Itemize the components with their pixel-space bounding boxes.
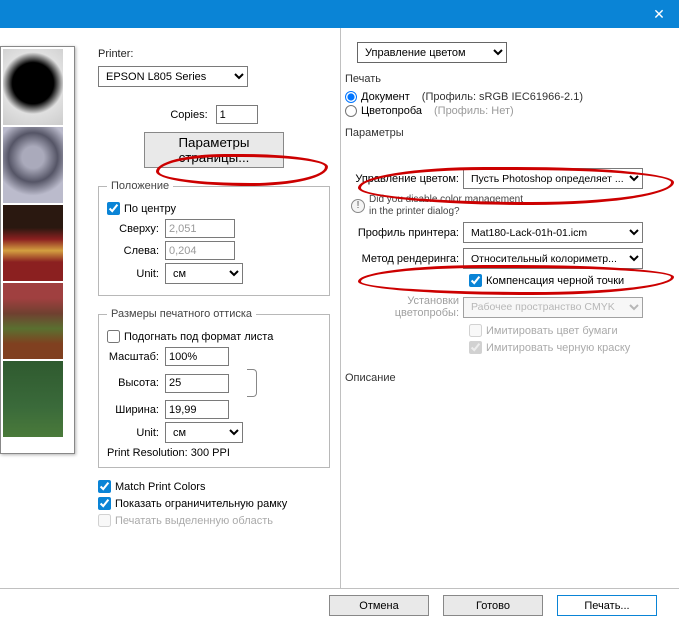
print-button[interactable]: Печать... — [557, 595, 657, 616]
description-heading: Описание — [345, 372, 663, 384]
height-label: Высота: — [107, 377, 159, 389]
fit-media-checkbox[interactable]: Подогнать под формат листа — [107, 330, 321, 343]
warning-text: Did you disable color management in the … — [369, 194, 523, 217]
match-colors-checkbox[interactable]: Match Print Colors — [98, 480, 330, 493]
sim-paper-checkbox-input — [469, 324, 482, 337]
printer-select[interactable]: EPSON L805 Series — [98, 66, 248, 87]
width-label: Ширина: — [107, 404, 159, 416]
preview-thumb — [3, 49, 63, 125]
document-radio[interactable] — [345, 91, 357, 103]
bounding-box-checkbox[interactable]: Показать ограничительную рамку — [98, 497, 330, 510]
print-size-legend: Размеры печатного оттиска — [107, 308, 256, 320]
sim-black-checkbox-input — [469, 341, 482, 354]
position-unit-label: Unit: — [107, 268, 159, 280]
preview-thumb — [3, 205, 63, 281]
page-setup-button[interactable]: Параметры страницы... — [144, 132, 284, 168]
done-button[interactable]: Готово — [443, 595, 543, 616]
cancel-button[interactable]: Отмена — [329, 595, 429, 616]
params-section-heading: Параметры — [345, 127, 663, 139]
height-input[interactable] — [165, 374, 229, 393]
print-section-heading: Печать — [345, 73, 663, 85]
preview-thumb — [3, 127, 63, 203]
left-panel: Printer: EPSON L805 Series Copies: Парам… — [80, 28, 340, 588]
warning-icon: ! — [351, 199, 365, 213]
size-unit-label: Unit: — [107, 427, 159, 439]
size-unit-select[interactable]: см — [165, 422, 243, 443]
preview-thumb — [3, 283, 63, 359]
document-profile-text: (Профиль: sRGB IEC61966-2.1) — [422, 91, 583, 103]
proof-radio[interactable] — [345, 105, 357, 117]
proof-profile-text: (Профиль: Нет) — [434, 105, 514, 117]
center-checkbox[interactable]: По центру — [107, 202, 321, 215]
right-panel: Управление цветом Печать Документ (Профи… — [340, 28, 675, 588]
print-resolution-label: Print Resolution: 300 PPI — [107, 447, 321, 459]
print-size-group: Размеры печатного оттиска Подогнать под … — [98, 308, 330, 468]
proof-setup-label: Установки цветопробы: — [345, 295, 463, 319]
match-colors-checkbox-input[interactable] — [98, 480, 111, 493]
position-legend: Положение — [107, 180, 173, 192]
sim-black-checkbox: Имитировать черную краску — [469, 341, 663, 354]
printer-profile-select[interactable]: Mat180-Lack-01h-01.icm — [463, 222, 643, 243]
copies-label: Copies: — [170, 109, 207, 121]
left-offset-label: Слева: — [107, 245, 159, 257]
top-input — [165, 219, 235, 238]
printer-label: Printer: — [98, 48, 330, 60]
close-icon: ✕ — [653, 6, 665, 23]
black-point-checkbox-input[interactable] — [469, 274, 482, 287]
proof-setup-select: Рабочее пространство CMYK — [463, 297, 643, 318]
scale-label: Масштаб: — [107, 351, 159, 363]
dialog-body: Printer: EPSON L805 Series Copies: Парам… — [0, 28, 679, 588]
color-handling-label: Управление цветом: — [345, 173, 463, 185]
render-intent-label: Метод рендеринга: — [345, 253, 463, 265]
scale-input[interactable] — [165, 347, 229, 366]
fit-media-checkbox-input[interactable] — [107, 330, 120, 343]
print-selection-checkbox: Печатать выделенную область — [98, 514, 330, 527]
color-handling-select[interactable]: Пусть Photoshop определяет ... — [463, 168, 643, 189]
position-unit-select[interactable]: см — [165, 263, 243, 284]
button-bar: Отмена Готово Печать... — [0, 588, 679, 622]
width-input[interactable] — [165, 400, 229, 419]
section-select[interactable]: Управление цветом — [357, 42, 507, 63]
print-selection-checkbox-input — [98, 514, 111, 527]
print-preview — [0, 46, 75, 454]
black-point-checkbox[interactable]: Компенсация черной точки — [469, 274, 663, 287]
copies-input[interactable] — [216, 105, 258, 124]
close-button[interactable]: ✕ — [639, 0, 679, 28]
position-group: Положение По центру Сверху: Слева: Unit:… — [98, 180, 330, 296]
title-bar: ✕ — [0, 0, 679, 28]
document-radio-label: Документ — [361, 91, 410, 103]
link-dimensions-icon[interactable] — [247, 369, 257, 397]
printer-profile-label: Профиль принтера: — [345, 227, 463, 239]
left-offset-input — [165, 241, 235, 260]
preview-thumb — [3, 361, 63, 437]
bounding-box-checkbox-input[interactable] — [98, 497, 111, 510]
top-label: Сверху: — [107, 223, 159, 235]
preview-column — [0, 28, 80, 588]
render-intent-select[interactable]: Относительный колориметр... — [463, 248, 643, 269]
center-checkbox-input[interactable] — [107, 202, 120, 215]
sim-paper-checkbox: Имитировать цвет бумаги — [469, 324, 663, 337]
proof-radio-label: Цветопроба — [361, 105, 422, 117]
